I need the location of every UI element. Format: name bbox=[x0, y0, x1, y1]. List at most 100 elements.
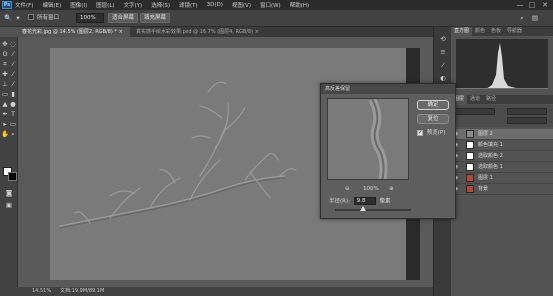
gradient-tool-icon[interactable]: ▮ bbox=[9, 90, 17, 98]
zoom-percent-field[interactable]: 100% bbox=[76, 13, 104, 23]
tab-color[interactable]: 颜色 bbox=[472, 27, 488, 36]
all-windows-label: 所有窗口 bbox=[37, 15, 60, 21]
tab-document-2[interactable]: 真实感手绘水彩效果.psd @ 16.7% (图层4, RGB/8) × bbox=[132, 27, 282, 37]
properties-icon[interactable]: ≡ bbox=[439, 48, 447, 56]
all-windows-checkbox[interactable] bbox=[28, 14, 34, 20]
tab-document-1[interactable]: 春花光彩.jpg @ 14.5% (图层2, RGB/8) * × bbox=[18, 27, 130, 37]
radius-label: 半径(R): bbox=[329, 198, 350, 205]
tab-channels[interactable]: 通道 bbox=[467, 95, 483, 104]
layer-name: 图层 1 bbox=[478, 175, 493, 181]
layer-row[interactable]: ◉ 图层 2 bbox=[451, 129, 553, 140]
adjustments-icon[interactable]: ◐ bbox=[439, 74, 447, 82]
opacity-field[interactable] bbox=[507, 108, 547, 115]
dialog-title: 高反差保留 bbox=[321, 84, 455, 94]
screen-mode-icon[interactable]: ▣ bbox=[5, 201, 13, 209]
menu-file[interactable]: 文件(F) bbox=[15, 1, 33, 9]
layer-row[interactable]: ◉ 颜色填充 1 bbox=[451, 140, 553, 151]
menu-layer[interactable]: 图层(L) bbox=[96, 1, 114, 9]
layer-thumbnail bbox=[466, 141, 474, 149]
search-icon[interactable]: ⌕ bbox=[518, 14, 526, 22]
radius-row: 半径(R): 9.8 像素 bbox=[329, 197, 390, 206]
quick-mask-icon[interactable]: ◙ bbox=[5, 189, 13, 197]
document-tab-bar: 春花光彩.jpg @ 14.5% (图层2, RGB/8) * × 真实感手绘水… bbox=[18, 27, 433, 37]
zoom-tool-icon[interactable]: ⌕ bbox=[9, 130, 17, 138]
path-select-icon[interactable]: ▸ bbox=[1, 120, 9, 128]
reset-button[interactable]: 复位 bbox=[417, 114, 449, 124]
lasso-tool-icon[interactable]: ʘ bbox=[1, 50, 9, 58]
menu-window[interactable]: 窗口(W) bbox=[260, 1, 281, 9]
marquee-tool-icon[interactable]: ◌ bbox=[9, 40, 17, 48]
checkmark-icon: ✓ bbox=[417, 129, 423, 136]
preview-checkbox[interactable]: ✓ 预览(P) bbox=[417, 128, 445, 136]
layer-thumbnail bbox=[466, 163, 474, 171]
layer-row[interactable]: ◉ 图层 1 bbox=[451, 173, 553, 184]
hand-tool-icon[interactable]: ✋ bbox=[1, 130, 9, 138]
histogram-graph bbox=[456, 43, 548, 89]
histogram-display bbox=[456, 39, 548, 89]
brush-tool-icon[interactable]: ⁄ bbox=[9, 70, 17, 78]
fill-field[interactable] bbox=[507, 117, 547, 124]
history-icon[interactable]: ⟲ bbox=[439, 35, 447, 43]
fit-screen-button[interactable]: 适合屏幕 bbox=[108, 13, 139, 23]
type-tool-icon[interactable]: T bbox=[9, 110, 17, 118]
move-tool-icon[interactable]: ✥ bbox=[1, 40, 9, 48]
shape-tool-icon[interactable]: ▭ bbox=[9, 120, 17, 128]
filter-preview[interactable] bbox=[327, 98, 409, 180]
tab-close-icon[interactable]: × bbox=[119, 29, 123, 35]
radius-slider-thumb[interactable] bbox=[360, 206, 366, 211]
minimize-icon[interactable]: — bbox=[515, 1, 525, 9]
menu-3d[interactable]: 3D(D) bbox=[207, 2, 223, 8]
menu-help[interactable]: 帮助(H) bbox=[290, 1, 309, 9]
tab-close-icon[interactable]: × bbox=[255, 29, 259, 35]
ok-button[interactable]: 确定 bbox=[417, 100, 449, 110]
chevron-down-icon[interactable]: ▾ bbox=[14, 14, 22, 22]
layer-thumbnail bbox=[466, 130, 474, 138]
menu-select[interactable]: 选择(S) bbox=[151, 1, 170, 9]
preview-image bbox=[368, 99, 388, 179]
tab-swatches[interactable]: 色板 bbox=[488, 27, 504, 36]
eraser-tool-icon[interactable]: ▭ bbox=[1, 90, 9, 98]
blur-tool-icon[interactable]: ▲ bbox=[1, 100, 9, 108]
layer-row[interactable]: ◉ 选取颜色 2 bbox=[451, 151, 553, 162]
tab-histogram[interactable]: 直方图 bbox=[451, 27, 473, 36]
layer-thumbnail bbox=[466, 174, 474, 182]
eyedropper-icon[interactable]: ⁄ bbox=[9, 60, 17, 68]
options-bar: 🔍 ▾ 所有窗口 100% 适合屏幕 填充屏幕 ⌕ ▤ bbox=[0, 10, 553, 27]
dodge-tool-icon[interactable]: ● bbox=[9, 100, 17, 108]
tab-navigator[interactable]: 导航器 bbox=[504, 27, 525, 36]
photoshop-logo: Ps bbox=[2, 1, 12, 9]
zoom-out-icon[interactable]: ⊖ bbox=[345, 185, 350, 194]
workspace-icon[interactable]: ▤ bbox=[531, 14, 539, 22]
preview-zoom-row: ⊖ 100% ⊕ bbox=[341, 185, 401, 194]
close-window-icon[interactable]: ✕ bbox=[540, 1, 550, 9]
layer-row[interactable]: ◉ 选取颜色 1 bbox=[451, 162, 553, 173]
history-brush-icon[interactable]: ⁄ bbox=[9, 80, 17, 88]
menu-filter[interactable]: 滤镜(T) bbox=[179, 1, 198, 9]
status-doc-size: 文档:19.9M/89.1M bbox=[60, 288, 105, 294]
blend-mode-select[interactable] bbox=[455, 108, 495, 115]
status-zoom: 14.51% bbox=[32, 288, 52, 294]
layer-row[interactable]: ◉ 背景 bbox=[451, 184, 553, 195]
layer-name: 选取颜色 1 bbox=[478, 164, 503, 170]
heal-brush-icon[interactable]: ✚ bbox=[1, 70, 9, 78]
zoom-in-icon[interactable]: ⊕ bbox=[389, 185, 394, 194]
menu-type[interactable]: 文字(Y) bbox=[124, 1, 143, 9]
crop-tool-icon[interactable]: ⌗ bbox=[1, 60, 9, 68]
menu-view[interactable]: 视图(V) bbox=[232, 1, 251, 9]
background-color-swatch[interactable] bbox=[8, 172, 17, 181]
zoom-tool-icon[interactable]: 🔍 bbox=[4, 14, 12, 22]
tab-paths[interactable]: 路径 bbox=[483, 95, 499, 104]
brush-preset-icon[interactable]: ⁄ bbox=[439, 61, 447, 69]
maximize-icon[interactable]: □ bbox=[527, 1, 537, 9]
fill-screen-button[interactable]: 填充屏幕 bbox=[140, 13, 171, 23]
tab-label: 真实感手绘水彩效果.psd @ 16.7% (图层4, RGB/8) bbox=[136, 29, 254, 35]
radius-slider-track[interactable] bbox=[335, 209, 411, 211]
quick-select-icon[interactable]: ⁄ bbox=[9, 50, 17, 58]
preview-label: 预览(P) bbox=[426, 130, 446, 136]
stamp-tool-icon[interactable]: ⊥ bbox=[1, 80, 9, 88]
pen-tool-icon[interactable]: ✒ bbox=[1, 110, 9, 118]
radius-unit: 像素 bbox=[379, 198, 391, 205]
menu-edit[interactable]: 编辑(E) bbox=[42, 1, 61, 9]
menu-image[interactable]: 图像(I) bbox=[70, 1, 87, 9]
radius-input[interactable]: 9.8 bbox=[353, 197, 376, 205]
